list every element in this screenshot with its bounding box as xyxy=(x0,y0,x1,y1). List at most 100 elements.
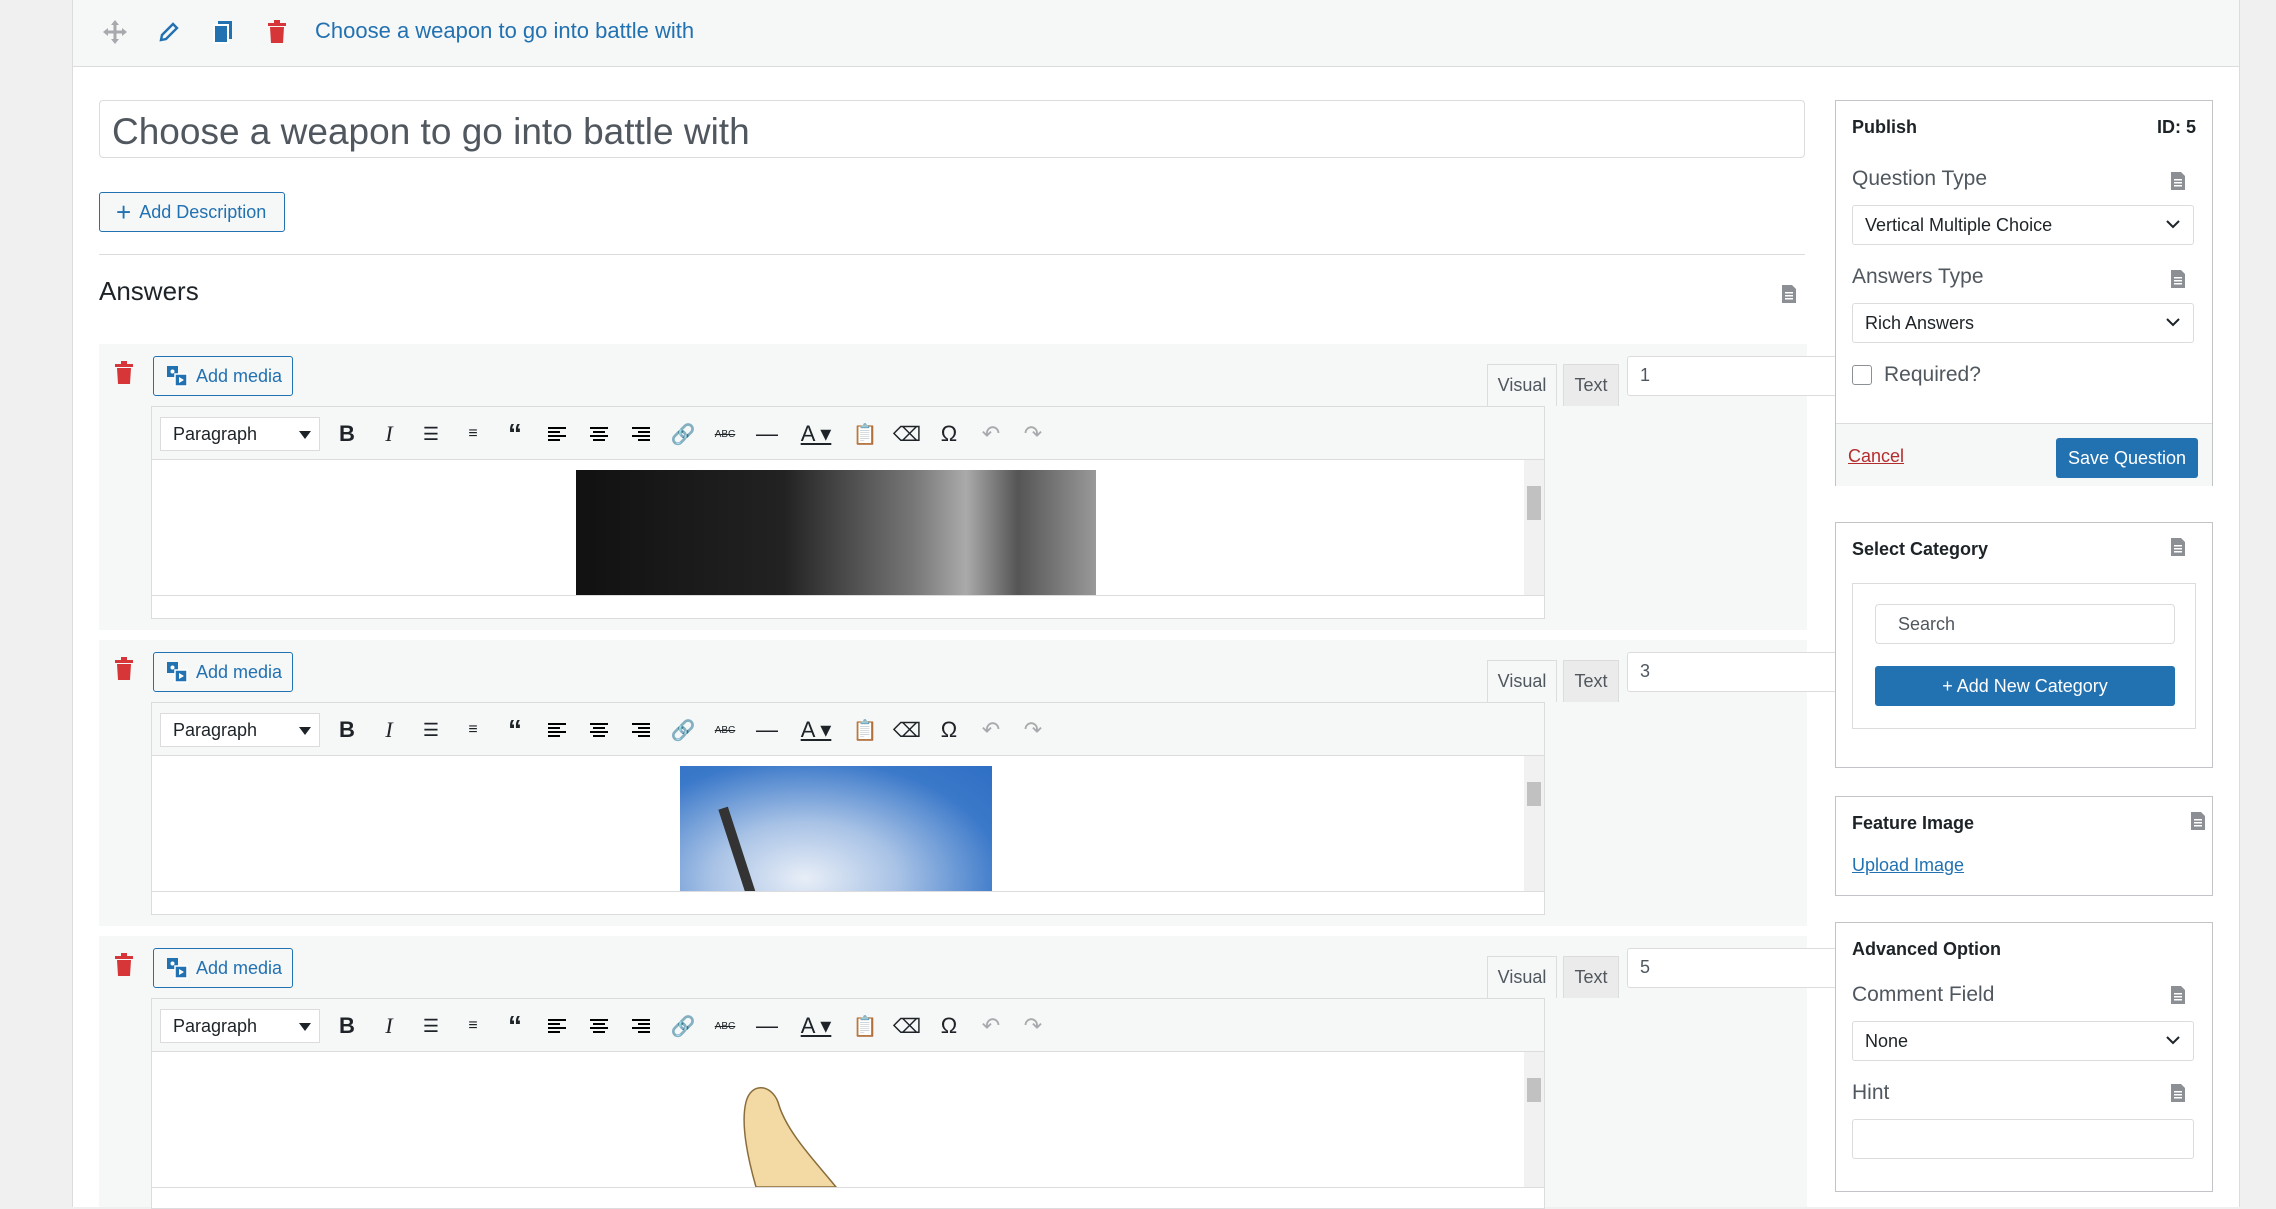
redo-icon[interactable]: ↷ xyxy=(1018,715,1048,745)
tab-visual[interactable]: Visual xyxy=(1487,956,1557,998)
clear-formatting-icon[interactable]: ⌫ xyxy=(892,419,922,449)
category-search-input[interactable]: Search xyxy=(1875,604,2175,644)
tab-text[interactable]: Text xyxy=(1563,364,1619,406)
advanced-option-box: Advanced Option Comment Field None Hint xyxy=(1835,922,2213,1192)
redo-icon[interactable]: ↷ xyxy=(1018,1011,1048,1041)
blockquote-icon[interactable]: “ xyxy=(500,418,530,449)
trash-icon[interactable] xyxy=(113,952,135,978)
rich-text-editor: Paragraph B I ☰ ≡ “ 🔗 ABC — A ▾ 📋 ⌫ Ω ↶ … xyxy=(151,406,1545,619)
format-select[interactable]: Paragraph xyxy=(160,713,320,747)
comment-field-select[interactable]: None xyxy=(1852,1021,2194,1061)
cancel-link[interactable]: Cancel xyxy=(1848,446,1904,467)
tab-text[interactable]: Text xyxy=(1563,660,1619,702)
link-icon[interactable]: 🔗 xyxy=(668,1011,698,1041)
align-center-icon[interactable] xyxy=(584,1011,614,1041)
question-type-select[interactable]: Vertical Multiple Choice xyxy=(1852,205,2194,245)
editor-scrollbar[interactable] xyxy=(1524,460,1544,595)
answer-value-input[interactable]: 5 xyxy=(1627,948,1867,988)
link-icon[interactable]: 🔗 xyxy=(668,715,698,745)
tab-visual[interactable]: Visual xyxy=(1487,364,1557,406)
add-media-button[interactable]: Add media xyxy=(153,948,293,988)
comment-field-value: None xyxy=(1865,1031,1909,1051)
blockquote-icon[interactable]: “ xyxy=(500,1010,530,1041)
required-checkbox[interactable] xyxy=(1852,365,1872,385)
tab-text[interactable]: Text xyxy=(1563,956,1619,998)
question-title-input[interactable]: Choose a weapon to go into battle with xyxy=(99,100,1805,158)
bold-icon[interactable]: B xyxy=(332,419,362,449)
paste-text-icon[interactable]: 📋 xyxy=(850,715,880,745)
horizontal-line-icon[interactable]: — xyxy=(752,419,782,449)
editor-content[interactable] xyxy=(152,460,1544,595)
editor-scrollbar[interactable] xyxy=(1524,1052,1544,1187)
rich-text-editor: Paragraph B I ☰ ≡ “ 🔗 ABC — A ▾ 📋 ⌫ Ω ↶ … xyxy=(151,702,1545,915)
undo-icon[interactable]: ↶ xyxy=(976,1011,1006,1041)
bullet-list-icon[interactable]: ☰ xyxy=(416,1011,446,1041)
delete-icon[interactable] xyxy=(261,16,293,48)
bold-icon[interactable]: B xyxy=(332,1011,362,1041)
horizontal-line-icon[interactable]: — xyxy=(752,715,782,745)
align-right-icon[interactable] xyxy=(626,419,656,449)
answer-value-input[interactable]: 1 xyxy=(1627,356,1867,396)
edit-icon[interactable] xyxy=(153,16,185,48)
numbered-list-icon[interactable]: ≡ xyxy=(458,1011,488,1041)
editor-toolbar: Paragraph B I ☰ ≡ “ 🔗 ABC — A ▾ 📋 ⌫ Ω ↶ … xyxy=(152,703,1544,756)
align-center-icon[interactable] xyxy=(584,419,614,449)
special-character-icon[interactable]: Ω xyxy=(934,419,964,449)
numbered-list-icon[interactable]: ≡ xyxy=(458,715,488,745)
move-icon[interactable] xyxy=(99,16,131,48)
answers-type-select[interactable]: Rich Answers xyxy=(1852,303,2194,343)
format-select[interactable]: Paragraph xyxy=(160,417,320,451)
document-icon xyxy=(2170,269,2186,289)
redo-icon[interactable]: ↷ xyxy=(1018,419,1048,449)
paste-text-icon[interactable]: 📋 xyxy=(850,419,880,449)
numbered-list-icon[interactable]: ≡ xyxy=(458,419,488,449)
special-character-icon[interactable]: Ω xyxy=(934,715,964,745)
align-left-icon[interactable] xyxy=(542,419,572,449)
link-icon[interactable]: 🔗 xyxy=(668,419,698,449)
align-left-icon[interactable] xyxy=(542,715,572,745)
add-new-category-button[interactable]: + Add New Category xyxy=(1875,666,2175,706)
blockquote-icon[interactable]: “ xyxy=(500,714,530,745)
italic-icon[interactable]: I xyxy=(374,1011,404,1041)
text-color-icon[interactable]: A ▾ xyxy=(794,1011,838,1041)
clear-formatting-icon[interactable]: ⌫ xyxy=(892,715,922,745)
italic-icon[interactable]: I xyxy=(374,419,404,449)
undo-icon[interactable]: ↶ xyxy=(976,715,1006,745)
clear-formatting-icon[interactable]: ⌫ xyxy=(892,1011,922,1041)
bold-icon[interactable]: B xyxy=(332,715,362,745)
bullet-list-icon[interactable]: ☰ xyxy=(416,715,446,745)
undo-icon[interactable]: ↶ xyxy=(976,419,1006,449)
strikethrough-icon[interactable]: ABC xyxy=(710,715,740,745)
strikethrough-icon[interactable]: ABC xyxy=(710,419,740,449)
align-right-icon[interactable] xyxy=(626,1011,656,1041)
trash-icon[interactable] xyxy=(113,656,135,682)
editor-content[interactable] xyxy=(152,1052,1544,1187)
bullet-list-icon[interactable]: ☰ xyxy=(416,419,446,449)
paste-text-icon[interactable]: 📋 xyxy=(850,1011,880,1041)
align-center-icon[interactable] xyxy=(584,715,614,745)
media-icon xyxy=(167,366,188,387)
hint-input[interactable] xyxy=(1852,1119,2194,1159)
trash-icon[interactable] xyxy=(113,360,135,386)
copy-icon[interactable] xyxy=(207,16,239,48)
italic-icon[interactable]: I xyxy=(374,715,404,745)
plus-icon: + xyxy=(116,197,132,227)
horizontal-line-icon[interactable]: — xyxy=(752,1011,782,1041)
format-select[interactable]: Paragraph xyxy=(160,1009,320,1043)
text-color-icon[interactable]: A ▾ xyxy=(794,419,838,449)
answer-value-input[interactable]: 3 xyxy=(1627,652,1867,692)
text-color-icon[interactable]: A ▾ xyxy=(794,715,838,745)
editor-content[interactable] xyxy=(152,756,1544,891)
question-header-title[interactable]: Choose a weapon to go into battle with xyxy=(315,18,694,44)
save-question-button[interactable]: Save Question xyxy=(2056,438,2198,478)
editor-scrollbar[interactable] xyxy=(1524,756,1544,891)
upload-image-link[interactable]: Upload Image xyxy=(1852,855,1964,876)
align-left-icon[interactable] xyxy=(542,1011,572,1041)
strikethrough-icon[interactable]: ABC xyxy=(710,1011,740,1041)
add-description-button[interactable]: + Add Description xyxy=(99,192,285,232)
add-media-button[interactable]: Add media xyxy=(153,652,293,692)
special-character-icon[interactable]: Ω xyxy=(934,1011,964,1041)
align-right-icon[interactable] xyxy=(626,715,656,745)
add-media-button[interactable]: Add media xyxy=(153,356,293,396)
tab-visual[interactable]: Visual xyxy=(1487,660,1557,702)
